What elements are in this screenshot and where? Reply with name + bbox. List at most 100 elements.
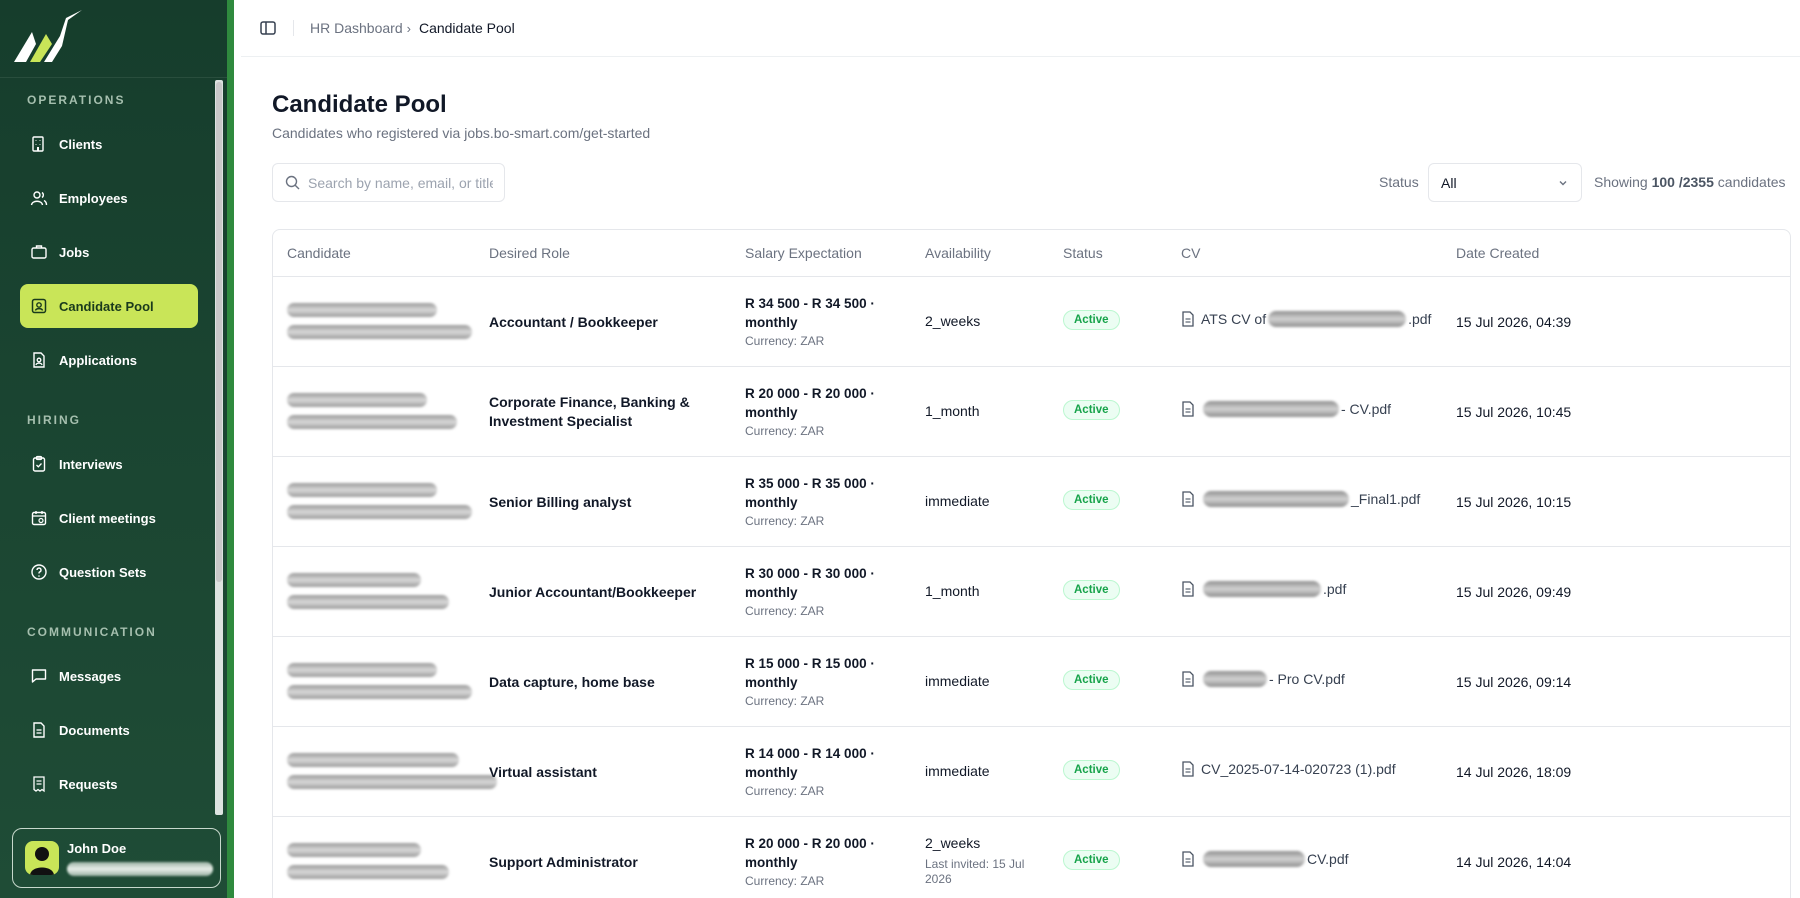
sidebar-item-interviews[interactable]: Interviews — [20, 442, 198, 486]
salary-currency: Currency: ZAR — [745, 784, 825, 798]
sidebar-item-client-meetings[interactable]: Client meetings — [20, 496, 198, 540]
column-header-status[interactable]: Status — [1063, 245, 1103, 261]
cv-filename-suffix: .pdf — [1408, 311, 1432, 327]
cv-filename-suffix: _Final1.pdf — [1351, 491, 1421, 507]
status-filter-select[interactable]: All — [1428, 163, 1582, 202]
cv-link[interactable]: .pdf — [1181, 581, 1346, 597]
table-row[interactable]: Accountant / Bookkeeper R 34 500 - R 34 5… — [273, 277, 1790, 367]
table-row[interactable]: Support Administrator R 20 000 - R 20 000… — [273, 817, 1790, 898]
cv-link[interactable]: CV_2025-07-14-020723 (1).pdf — [1181, 761, 1396, 777]
chevron-down-icon — [1559, 180, 1567, 185]
cv-filename-redacted — [1203, 671, 1267, 687]
status-badge: Active — [1063, 580, 1120, 600]
cv-filename-suffix: - CV.pdf — [1341, 401, 1392, 417]
sidebar-item-jobs[interactable]: Jobs — [20, 230, 198, 274]
cv-filename-suffix: CV.pdf — [1307, 851, 1349, 867]
candidate-cell-redacted[interactable] — [287, 753, 507, 793]
column-header-cv[interactable]: CV — [1181, 245, 1200, 261]
salary-expectation: R 35 000 - R 35 000 · monthly Currency: ZA… — [745, 474, 875, 528]
table-row[interactable]: Junior Accountant/Bookkeeper R 30 000 - R… — [273, 547, 1790, 637]
desired-role-line: Senior Billing analyst — [489, 494, 632, 510]
desired-role-line: Junior Accountant/Bookkeeper — [489, 584, 697, 600]
search-box[interactable] — [272, 163, 505, 202]
status-badge: Active — [1063, 490, 1120, 510]
receipt-icon — [33, 776, 45, 793]
salary-expectation: R 30 000 - R 30 000 · monthly Currency: ZA… — [745, 564, 875, 618]
candidate-table: Candidate Desired Role Salary Expectation A… — [272, 229, 1791, 898]
desired-role: Junior Accountant/Bookkeeper — [489, 583, 696, 602]
availability: 1_month — [925, 403, 979, 419]
candidate-cell-redacted[interactable] — [287, 303, 507, 343]
table-row[interactable]: Senior Billing analyst R 35 000 - R 35 00… — [273, 457, 1790, 547]
cv-link[interactable]: CV.pdf — [1181, 851, 1349, 867]
sidebar-item-label: Messages — [59, 668, 122, 684]
sidebar-item-clients[interactable]: Clients — [20, 122, 198, 166]
date-created: 14 Jul 2026, 18:09 — [1456, 764, 1572, 780]
candidate-cell-redacted[interactable] — [287, 843, 507, 883]
availability-value: 2_weeks — [925, 313, 981, 329]
candidate-cell-redacted[interactable] — [287, 483, 507, 523]
sidebar-item-applications[interactable]: Applications — [20, 338, 198, 382]
column-header-availability[interactable]: Availability — [925, 245, 991, 261]
cv-link[interactable]: _Final1.pdf — [1181, 491, 1420, 507]
salary-line: monthly — [745, 405, 798, 420]
column-header-date-created[interactable]: Date Created — [1456, 245, 1539, 261]
section-label-operations: OPERATIONS — [27, 93, 126, 107]
brand-logo[interactable] — [0, 0, 227, 78]
desired-role-line: Data capture, home base — [489, 674, 655, 690]
date-created: 14 Jul 2026, 14:04 — [1456, 854, 1572, 870]
section-label-communication: COMMUNICATION — [27, 625, 157, 639]
status-cell: Active — [1063, 850, 1120, 870]
status-cell: Active — [1063, 400, 1120, 420]
cv-filename-prefix: CV_2025-07-14-020723 (1).pdf — [1201, 761, 1396, 777]
salary-line: R 20 000 - R 20 000 · — [745, 836, 875, 851]
status-badge: Active — [1063, 670, 1120, 690]
column-header-candidate[interactable]: Candidate — [287, 245, 351, 261]
message-icon — [31, 669, 47, 683]
table-row[interactable]: Data capture, home base R 15 000 - R 15 0… — [273, 637, 1790, 727]
salary-line: R 34 500 - R 34 500 · — [745, 296, 875, 311]
cv-link[interactable]: ATS CV of .pdf — [1181, 311, 1431, 327]
showing-prefix: Showing — [1594, 174, 1648, 190]
status-filter-value: All — [1441, 174, 1457, 191]
sidebar-item-question-sets[interactable]: Question Sets — [20, 550, 198, 594]
date-created: 15 Jul 2026, 10:15 — [1456, 494, 1572, 510]
availability: immediate — [925, 763, 990, 779]
column-header-salary-expectation[interactable]: Salary Expectation — [745, 245, 862, 261]
candidate-cell-redacted[interactable] — [287, 663, 507, 703]
sidebar-item-documents[interactable]: Documents — [20, 708, 198, 752]
cv-filename-redacted — [1203, 581, 1321, 597]
sidebar-item-employees[interactable]: Employees — [20, 176, 198, 220]
salary-line: monthly — [745, 855, 798, 870]
candidate-cell-redacted[interactable] — [287, 393, 507, 433]
sidebar-item-label: Employees — [59, 190, 128, 206]
candidate-cell-redacted[interactable] — [287, 573, 507, 613]
date-created: 15 Jul 2026, 10:45 — [1456, 404, 1572, 420]
table-row[interactable]: Corporate Finance, Banking & Investment S… — [273, 367, 1790, 457]
help-circle-icon — [31, 564, 47, 580]
sidebar-toggle-icon[interactable] — [259, 19, 277, 37]
cv-link[interactable]: - CV.pdf — [1181, 401, 1391, 417]
salary-currency: Currency: ZAR — [745, 424, 825, 438]
sidebar-item-candidate-pool[interactable]: Candidate Pool — [20, 284, 198, 328]
breadcrumb-parent[interactable]: HR Dashboard — [310, 20, 403, 36]
availability-value: 1_month — [925, 403, 980, 419]
results-count: Showing 100 /2355 candidates — [1594, 174, 1786, 190]
cv-filename-redacted — [1203, 401, 1339, 417]
column-header-desired-role[interactable]: Desired Role — [489, 245, 570, 261]
sidebar-item-requests[interactable]: Requests — [20, 762, 198, 806]
sidebar-item-label: Applications — [59, 352, 138, 368]
building-icon — [32, 136, 44, 152]
status-filter-label: Status — [1379, 174, 1419, 190]
availability: 2_weeks — [925, 313, 980, 329]
sidebar-item-messages[interactable]: Messages — [20, 654, 198, 698]
user-card[interactable]: John Doe — [12, 828, 221, 888]
file-icon — [1182, 401, 1194, 417]
cv-filename-redacted — [1203, 491, 1349, 507]
salary-line: monthly — [745, 675, 798, 690]
salary-expectation: R 14 000 - R 14 000 · monthly Currency: ZA… — [745, 744, 875, 798]
table-row[interactable]: Virtual assistant R 14 000 - R 14 000 · mo… — [273, 727, 1790, 817]
desired-role: Accountant / Bookkeeper — [489, 313, 658, 332]
search-input[interactable] — [308, 174, 493, 191]
cv-link[interactable]: - Pro CV.pdf — [1181, 671, 1345, 687]
